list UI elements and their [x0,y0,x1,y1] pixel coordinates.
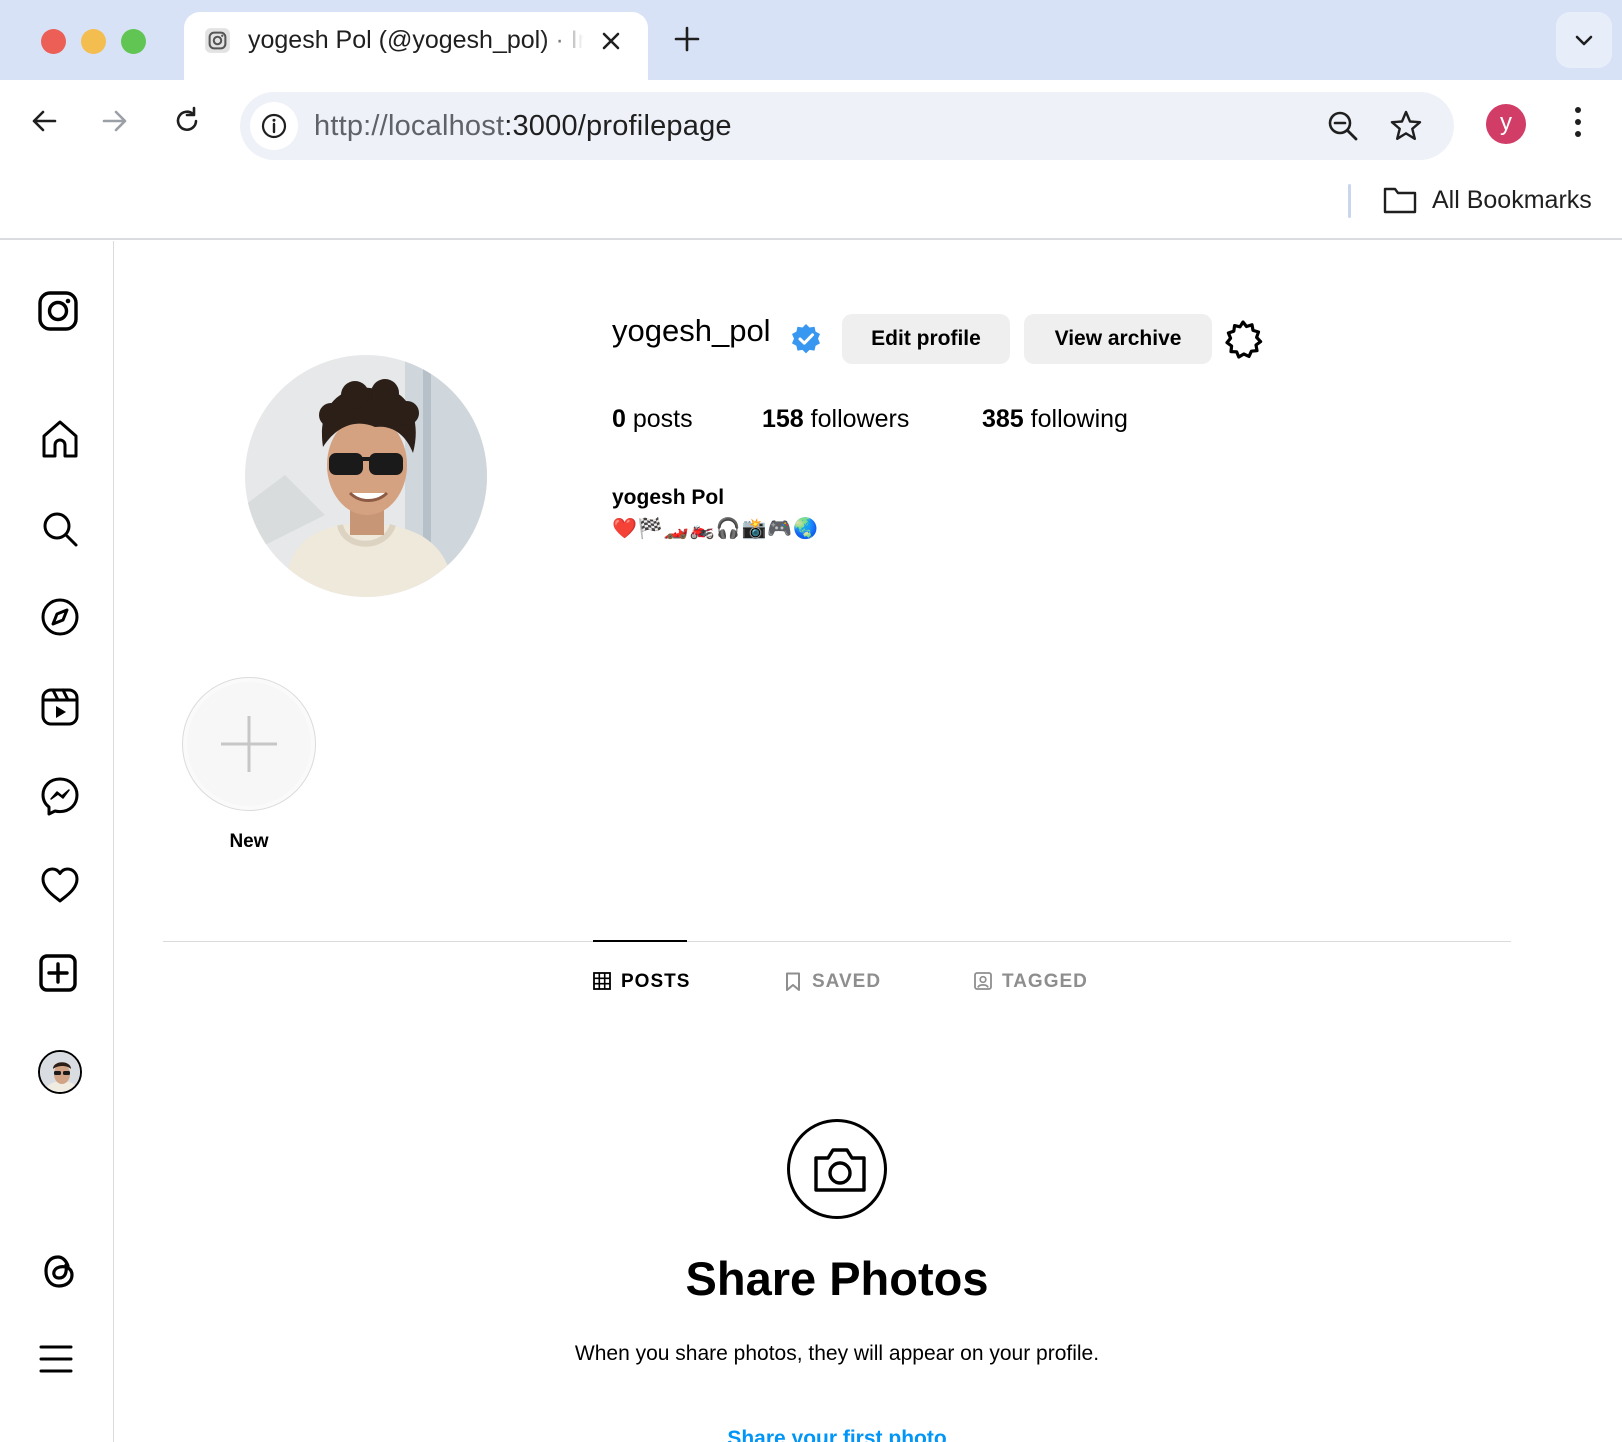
highlight-circle [187,682,311,806]
new-highlight-button[interactable] [182,677,316,811]
maximize-window-button[interactable] [121,29,146,54]
share-photos-description: When you share photos, they will appear … [574,1342,1100,1365]
site-info-button[interactable] [250,102,298,150]
create-post-icon[interactable] [36,951,80,995]
posts-number: 0 [612,405,626,433]
edit-profile-button[interactable]: Edit profile [842,314,1010,364]
grid-icon [593,972,611,990]
explore-compass-icon[interactable] [38,595,82,639]
tab-tagged[interactable]: TAGGED [974,969,1094,997]
new-highlight-label: New [229,831,269,852]
followers-count[interactable]: 158 followers [762,405,909,434]
reload-icon[interactable] [168,102,206,140]
search-icon[interactable] [38,507,82,551]
url-host: http://localhost [314,110,505,142]
messenger-icon[interactable] [38,774,82,818]
instagram-logo-icon[interactable] [36,289,80,333]
browser-tab-strip: yogesh Pol (@yogesh_pol) · Instagram [0,0,1622,80]
followers-number: 158 [762,405,804,433]
new-tab-icon[interactable] [672,24,702,54]
tab-saved[interactable]: SAVED [784,969,884,997]
following-number: 385 [982,405,1024,433]
chevron-down-icon [1575,35,1593,46]
home-icon[interactable] [38,417,82,461]
url-path: :3000/profilepage [504,110,732,142]
profile-picture[interactable] [245,355,487,597]
followers-label: followers [810,405,910,433]
following-label: following [1030,405,1128,433]
threads-icon[interactable] [38,1249,82,1293]
browser-tab-active[interactable]: yogesh Pol (@yogesh_pol) · Instagram [184,12,648,80]
address-bar[interactable]: http://localhost:3000/profilepage [240,92,1454,160]
bookmarks-divider [1348,184,1351,218]
tagged-user-icon [974,972,992,990]
tab-title: yogesh Pol (@yogesh_pol) · Instagram [248,26,584,54]
reels-icon[interactable] [38,685,82,729]
bookmarks-bar: All Bookmarks [0,162,1622,240]
tab-posts-label: POSTS [621,971,691,992]
camera-circle [787,1119,887,1219]
posts-count[interactable]: 0 posts [612,405,693,434]
avatar-thumbnail [40,1052,80,1092]
tab-saved-label: SAVED [812,971,882,992]
instagram-page: yogesh_pol Edit profile View archive 0 p… [0,241,1622,1442]
verified-badge-icon [792,324,820,354]
profile-main: yogesh_pol Edit profile View archive 0 p… [114,241,1622,1442]
zoom-out-icon[interactable] [1325,108,1361,144]
folder-icon[interactable] [1382,184,1418,216]
close-window-button[interactable] [41,29,66,54]
profile-username: yogesh_pol [612,313,771,348]
more-hamburger-icon[interactable] [34,1337,78,1381]
info-icon [261,113,287,139]
minimize-window-button[interactable] [81,29,106,54]
browser-profile-avatar[interactable]: y [1486,104,1526,144]
sidebar-nav [0,241,114,1442]
tab-posts[interactable]: POSTS [593,969,693,997]
share-photos-title: Share Photos [685,1252,989,1305]
browser-toolbar: http://localhost:3000/profilepage y [0,80,1622,162]
back-arrow-icon[interactable] [25,102,63,140]
bookmark-icon [786,972,800,991]
tab-search-button[interactable] [1556,12,1612,68]
profile-nav-avatar[interactable] [38,1050,82,1094]
view-archive-button[interactable]: View archive [1024,314,1212,364]
bookmark-star-icon[interactable] [1388,108,1424,144]
plus-icon [221,716,277,772]
instagram-favicon-icon [205,28,230,53]
notifications-heart-icon[interactable] [38,863,82,907]
forward-arrow-icon[interactable] [96,102,134,140]
profile-photo [245,355,487,597]
share-first-photo-link[interactable]: Share your first photo [562,1427,1112,1442]
camera-icon [814,1148,866,1192]
following-count[interactable]: 385 following [982,405,1128,434]
tabs-divider [163,941,1511,942]
active-tab-indicator [593,940,687,942]
tab-tagged-label: TAGGED [1002,971,1088,992]
url-text: http://localhost:3000/profilepage [314,110,732,143]
all-bookmarks-link[interactable]: All Bookmarks [1432,186,1592,215]
profile-full-name: yogesh Pol [612,486,725,509]
profile-bio: ❤️🏁🏎️🏍️🎧📸🎮🌏 [612,518,820,540]
more-menu-icon[interactable] [1562,102,1594,142]
settings-gear-icon[interactable] [1222,319,1264,361]
close-tab-icon[interactable] [596,26,626,56]
posts-label: posts [632,405,693,433]
